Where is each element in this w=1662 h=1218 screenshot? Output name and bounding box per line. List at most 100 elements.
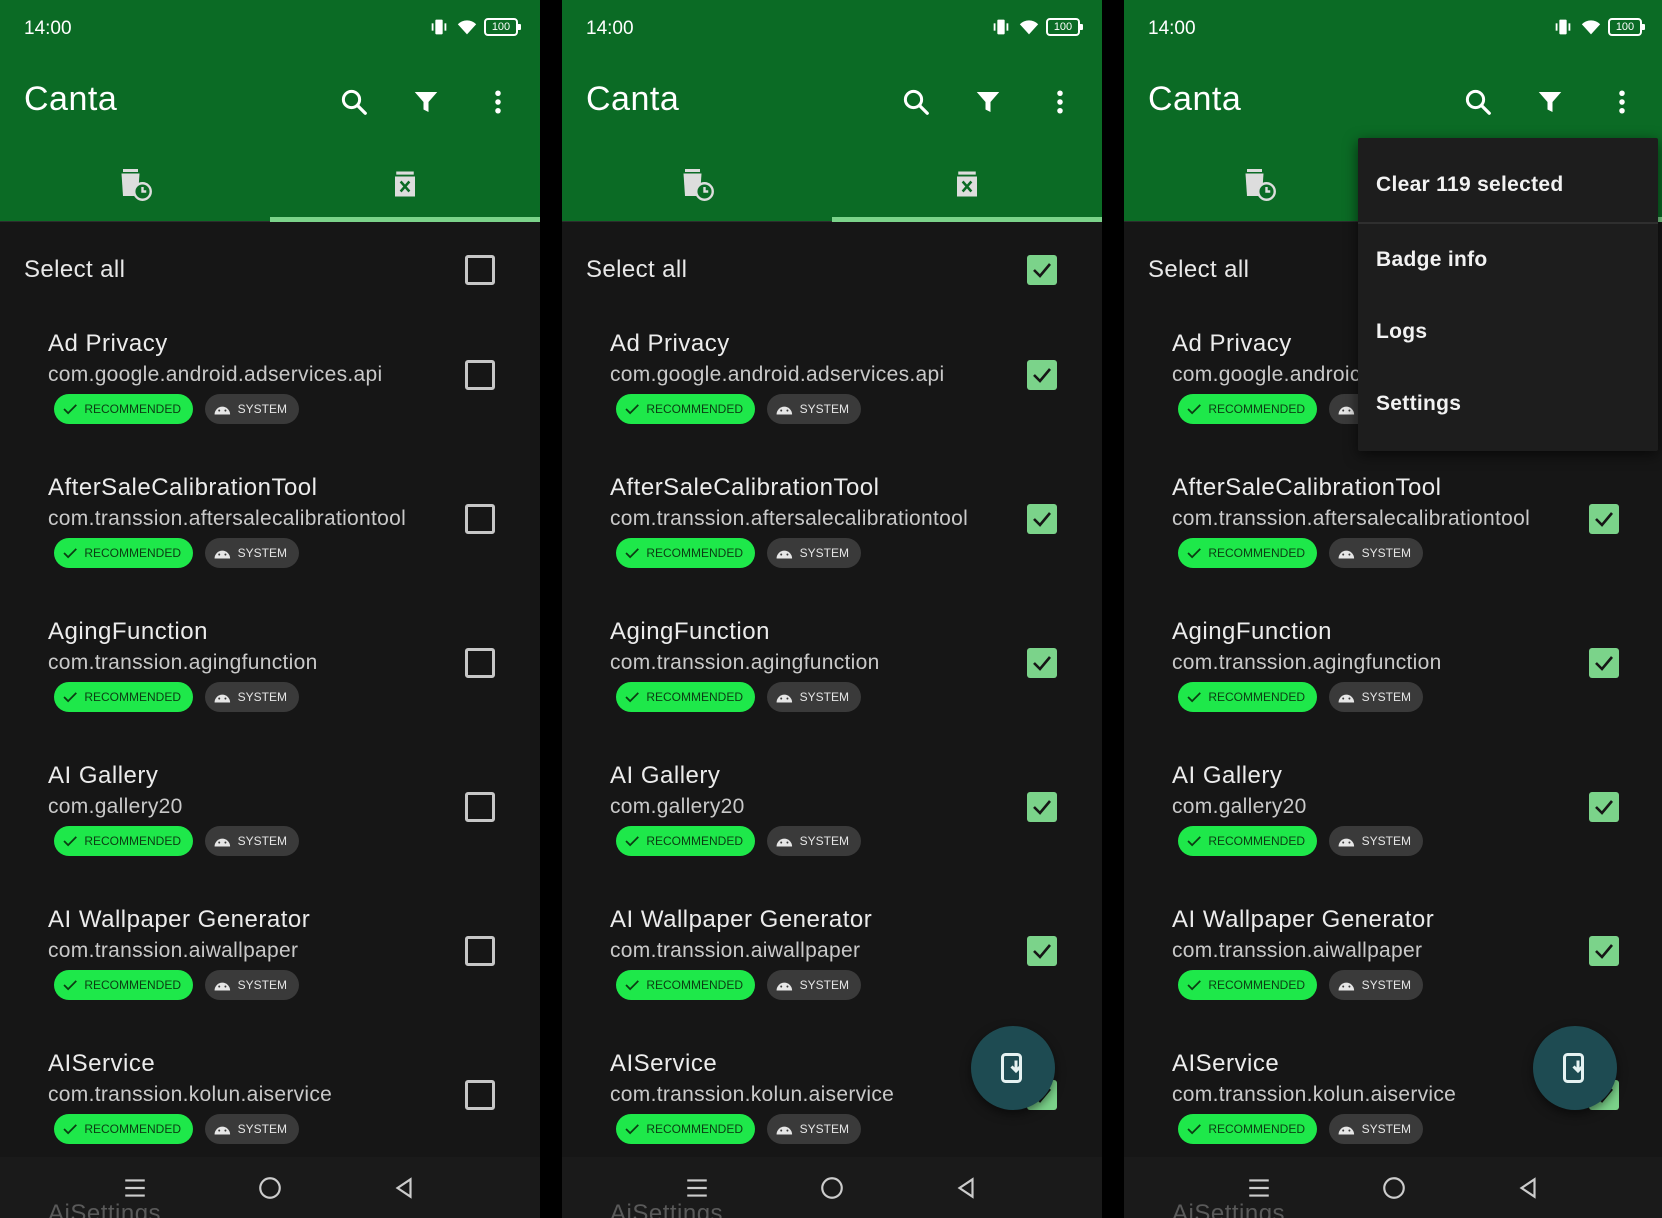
app-name: AfterSaleCalibrationTool: [48, 474, 318, 501]
app-package: com.google.android.adservices.api: [610, 363, 945, 386]
recommended-badge: RECOMMENDED: [616, 394, 755, 424]
app-checkbox[interactable]: [465, 792, 495, 822]
list-item[interactable]: Ad Privacy com.google.android.adservices…: [0, 318, 540, 462]
tab-uninstall[interactable]: [270, 146, 540, 222]
nav-home-button[interactable]: [253, 1171, 287, 1205]
wifi-icon: [1019, 20, 1039, 35]
filter-button[interactable]: [1530, 82, 1570, 122]
app-package: com.transsion.kolun.aiservice: [610, 1083, 895, 1106]
list-item[interactable]: AI Wallpaper Generator com.transsion.aiw…: [562, 894, 1102, 1038]
system-badge: SYSTEM: [1329, 682, 1423, 712]
phone-download-icon: [1563, 1053, 1584, 1083]
tab-recently-removed[interactable]: [1124, 146, 1394, 222]
more-options-button[interactable]: [478, 82, 518, 122]
app-checkbox[interactable]: [1027, 648, 1057, 678]
select-all-checkbox[interactable]: [1027, 255, 1057, 285]
check-icon: [625, 548, 639, 559]
system-badge: SYSTEM: [1329, 1114, 1423, 1144]
android-icon: [776, 1126, 793, 1135]
menu-logs[interactable]: Logs: [1358, 296, 1658, 368]
uninstall-fab[interactable]: [1533, 1026, 1617, 1110]
search-button[interactable]: [1458, 82, 1498, 122]
system-badge: SYSTEM: [767, 394, 861, 424]
trash-x-icon: [395, 171, 415, 197]
app-package: com.transsion.agingfunction: [1172, 651, 1442, 674]
app-package: com.transsion.aftersalecalibrationtool: [610, 507, 969, 530]
menu-clear-selected[interactable]: Clear 119 selected: [1358, 149, 1658, 221]
nav-home-button[interactable]: [815, 1171, 849, 1205]
checkmark-icon: [1033, 656, 1051, 671]
status-bar: 14:00 100: [0, 0, 540, 58]
tab-uninstall[interactable]: [832, 146, 1102, 222]
list-item[interactable]: Ad Privacy com.google.android.adservices…: [562, 318, 1102, 462]
app-package: com.google.android.adservices.api: [48, 363, 383, 386]
app-checkbox[interactable]: [1589, 648, 1619, 678]
list-item[interactable]: AfterSaleCalibrationTool com.transsion.a…: [562, 462, 1102, 606]
app-checkbox[interactable]: [465, 360, 495, 390]
app-checkbox[interactable]: [1027, 936, 1057, 966]
nav-home-button[interactable]: [1377, 1171, 1411, 1205]
list-item[interactable]: AI Wallpaper Generator com.transsion.aiw…: [1124, 894, 1662, 1038]
checkmark-icon: [1033, 944, 1051, 959]
nav-back-button[interactable]: [949, 1171, 983, 1205]
select-all-checkbox[interactable]: [465, 255, 495, 285]
app-package: com.transsion.aftersalecalibrationtool: [48, 507, 407, 530]
search-button[interactable]: [896, 82, 936, 122]
list-item[interactable]: AI Gallery com.gallery20 RECOMMENDED SYS…: [1124, 750, 1662, 894]
select-all-label: Select all: [1148, 256, 1250, 283]
app-checkbox[interactable]: [1027, 504, 1057, 534]
app-package: com.transsion.kolun.aiservice: [48, 1083, 333, 1106]
nav-back-button[interactable]: [1511, 1171, 1545, 1205]
screen-menu-open: 14:00 100 Canta Select all Ad Privacy co…: [1124, 0, 1662, 1218]
app-checkbox[interactable]: [1027, 792, 1057, 822]
list-item[interactable]: AI Gallery com.gallery20 RECOMMENDED SYS…: [0, 750, 540, 894]
app-checkbox[interactable]: [1589, 792, 1619, 822]
phone-download-icon: [1001, 1053, 1022, 1083]
list-item[interactable]: AgingFunction com.transsion.agingfunctio…: [562, 606, 1102, 750]
list-item[interactable]: AI Wallpaper Generator com.transsion.aiw…: [0, 894, 540, 1038]
menu-badge-info[interactable]: Badge info: [1358, 224, 1658, 296]
filter-button[interactable]: [968, 82, 1008, 122]
app-checkbox[interactable]: [1589, 936, 1619, 966]
list-item[interactable]: AIService com.transsion.kolun.aiservice …: [0, 1038, 540, 1157]
app-checkbox[interactable]: [465, 504, 495, 534]
list-item[interactable]: AfterSaleCalibrationTool com.transsion.a…: [0, 462, 540, 606]
trash-clock-icon: [1245, 169, 1276, 201]
check-icon: [63, 692, 77, 703]
check-icon: [1187, 548, 1201, 559]
app-checkbox[interactable]: [1589, 504, 1619, 534]
uninstall-fab[interactable]: [971, 1026, 1055, 1110]
tab-recently-removed[interactable]: [562, 146, 832, 222]
recommended-badge: RECOMMENDED: [616, 970, 755, 1000]
select-all-row[interactable]: Select all: [0, 222, 540, 318]
nav-back-button[interactable]: [387, 1171, 421, 1205]
select-all-row[interactable]: Select all: [562, 222, 1102, 318]
recommended-badge: RECOMMENDED: [54, 394, 193, 424]
app-checkbox[interactable]: [465, 936, 495, 966]
more-options-button[interactable]: [1602, 82, 1642, 122]
search-icon: [341, 89, 367, 115]
filter-button[interactable]: [406, 82, 446, 122]
app-checkbox[interactable]: [1027, 360, 1057, 390]
more-options-button[interactable]: [1040, 82, 1080, 122]
check-icon: [63, 548, 77, 559]
recommended-badge: RECOMMENDED: [1178, 538, 1317, 568]
select-all-label: Select all: [586, 256, 688, 283]
menu-settings[interactable]: Settings: [1358, 368, 1658, 440]
app-checkbox[interactable]: [465, 648, 495, 678]
tab-recently-removed[interactable]: [0, 146, 270, 222]
list-item[interactable]: AgingFunction com.transsion.agingfunctio…: [0, 606, 540, 750]
list-item[interactable]: AI Gallery com.gallery20 RECOMMENDED SYS…: [562, 750, 1102, 894]
list-item[interactable]: AgingFunction com.transsion.agingfunctio…: [1124, 606, 1662, 750]
app-name: AI Wallpaper Generator: [1172, 906, 1435, 933]
status-bar: 14:00 100: [1124, 0, 1662, 58]
recommended-badge: RECOMMENDED: [1178, 970, 1317, 1000]
system-badge: SYSTEM: [1329, 970, 1423, 1000]
search-button[interactable]: [334, 82, 374, 122]
app-list: Select all Ad Privacy com.google.android…: [562, 222, 1102, 1157]
android-icon: [214, 406, 231, 415]
recommended-badge: RECOMMENDED: [54, 1114, 193, 1144]
list-item[interactable]: AfterSaleCalibrationTool com.transsion.a…: [1124, 462, 1662, 606]
android-icon: [214, 1126, 231, 1135]
app-checkbox[interactable]: [465, 1080, 495, 1110]
